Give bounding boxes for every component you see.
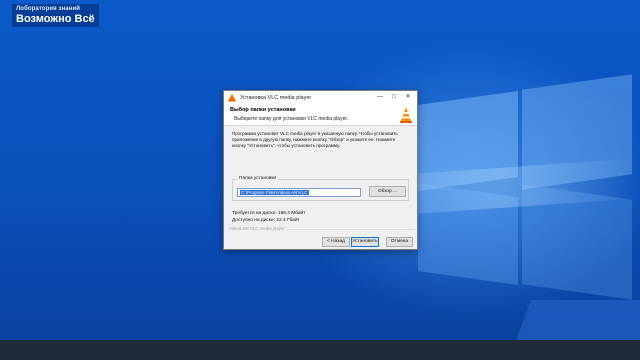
- taskbar: [0, 340, 640, 360]
- logo-big-text: Возможно Всё: [16, 13, 95, 25]
- install-path-field[interactable]: C:\Program Files\VideoLAN\VLC: [237, 188, 361, 197]
- back-button[interactable]: < Назад: [322, 237, 350, 247]
- description-text: Программа установит VLC media player в у…: [232, 131, 398, 149]
- install-button[interactable]: Установить: [351, 237, 379, 247]
- maximize-button[interactable]: □: [387, 91, 401, 104]
- browse-button[interactable]: Обзор ...: [369, 186, 406, 197]
- logo-small-text: Лоборатория знаний: [16, 6, 81, 12]
- install-path-value: C:\Program Files\VideoLAN\VLC: [240, 190, 309, 195]
- space-available-text: Доступно на диске: 22.4 Гбайт: [232, 218, 300, 223]
- header-subtitle: Выберите папку для установки VLC media p…: [234, 116, 349, 122]
- installer-dialog: Установка VLC media player — □ ✕ Выбор п…: [223, 90, 418, 250]
- cancel-button[interactable]: Отмена: [386, 237, 413, 247]
- branding-text: VideoLAN VLC media player: [229, 226, 287, 231]
- group-label: Папка установки: [237, 176, 279, 181]
- window-title: Установка VLC media player: [240, 94, 312, 101]
- close-button[interactable]: ✕: [401, 91, 415, 104]
- vlc-cone-icon: [400, 107, 412, 123]
- header-title: Выбор папки установки: [230, 107, 296, 113]
- vlc-cone-icon: [228, 93, 236, 102]
- install-folder-group: Папка установки C:\Program Files\VideoLA…: [232, 176, 409, 201]
- channel-logo: Лоборатория знаний Возможно Всё: [12, 4, 99, 27]
- space-required-text: Требуется на диске: 166.4 Мбайт: [232, 211, 306, 216]
- dialog-header: Выбор папки установки Выберите папку для…: [224, 104, 417, 126]
- title-bar: Установка VLC media player — □ ✕: [224, 91, 417, 104]
- minimize-button[interactable]: —: [373, 91, 387, 104]
